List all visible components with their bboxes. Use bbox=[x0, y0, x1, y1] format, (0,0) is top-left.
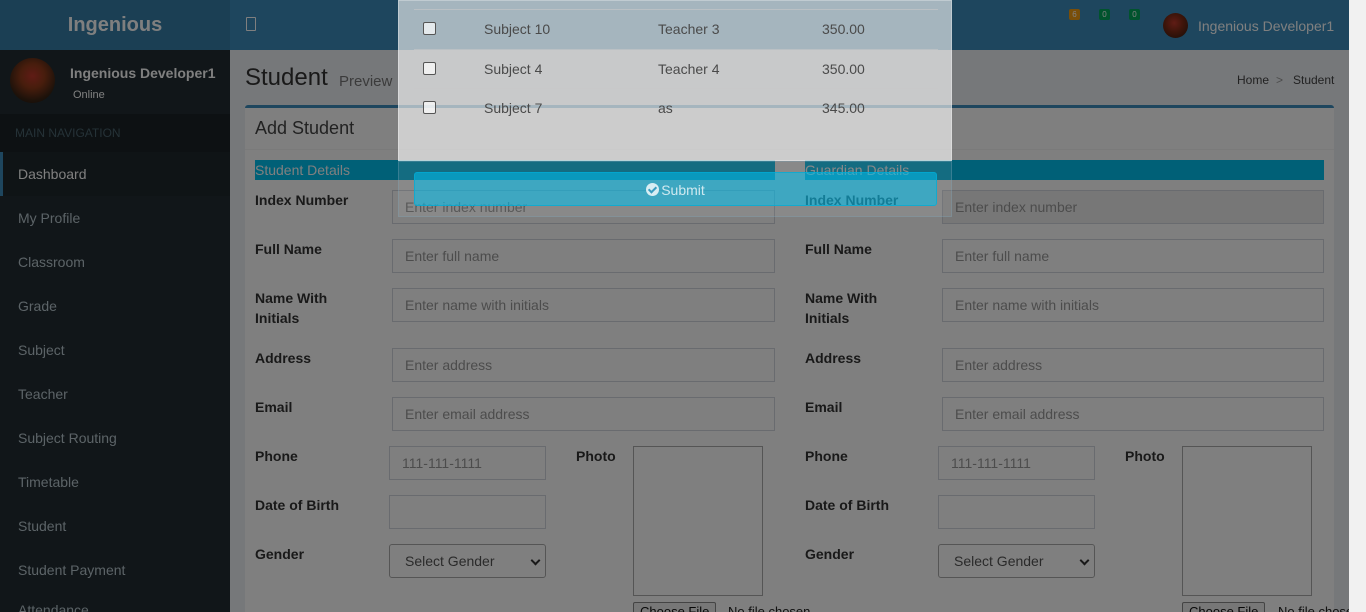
submit-button[interactable]: Submit bbox=[414, 172, 937, 206]
amount-cell: 345.00 bbox=[822, 100, 865, 116]
amount-cell: 350.00 bbox=[822, 61, 865, 77]
page-scrollbar[interactable] bbox=[1349, 0, 1366, 612]
check-circle-icon bbox=[646, 183, 660, 196]
subject-cell: Subject 10 bbox=[484, 21, 551, 37]
row-checkbox[interactable] bbox=[423, 101, 436, 114]
subject-cell: Subject 4 bbox=[484, 61, 543, 77]
teacher-cell: Teacher 3 bbox=[658, 21, 720, 37]
row-checkbox[interactable] bbox=[423, 62, 436, 75]
amount-cell: 350.00 bbox=[822, 21, 865, 37]
subject-selection-modal: Subject 10 Teacher 3 350.00 Subject 4 Te… bbox=[398, 0, 952, 161]
row-checkbox[interactable] bbox=[423, 22, 436, 35]
subject-cell: Subject 7 bbox=[484, 100, 543, 116]
table-row[interactable]: Subject 7 as 345.00 bbox=[414, 88, 938, 127]
teacher-cell: Teacher 4 bbox=[658, 61, 720, 77]
table-row[interactable]: Subject 10 Teacher 3 350.00 bbox=[414, 9, 938, 48]
submit-label: Submit bbox=[661, 182, 705, 198]
table-row[interactable]: Subject 4 Teacher 4 350.00 bbox=[414, 49, 938, 88]
teacher-cell: as bbox=[658, 100, 673, 116]
